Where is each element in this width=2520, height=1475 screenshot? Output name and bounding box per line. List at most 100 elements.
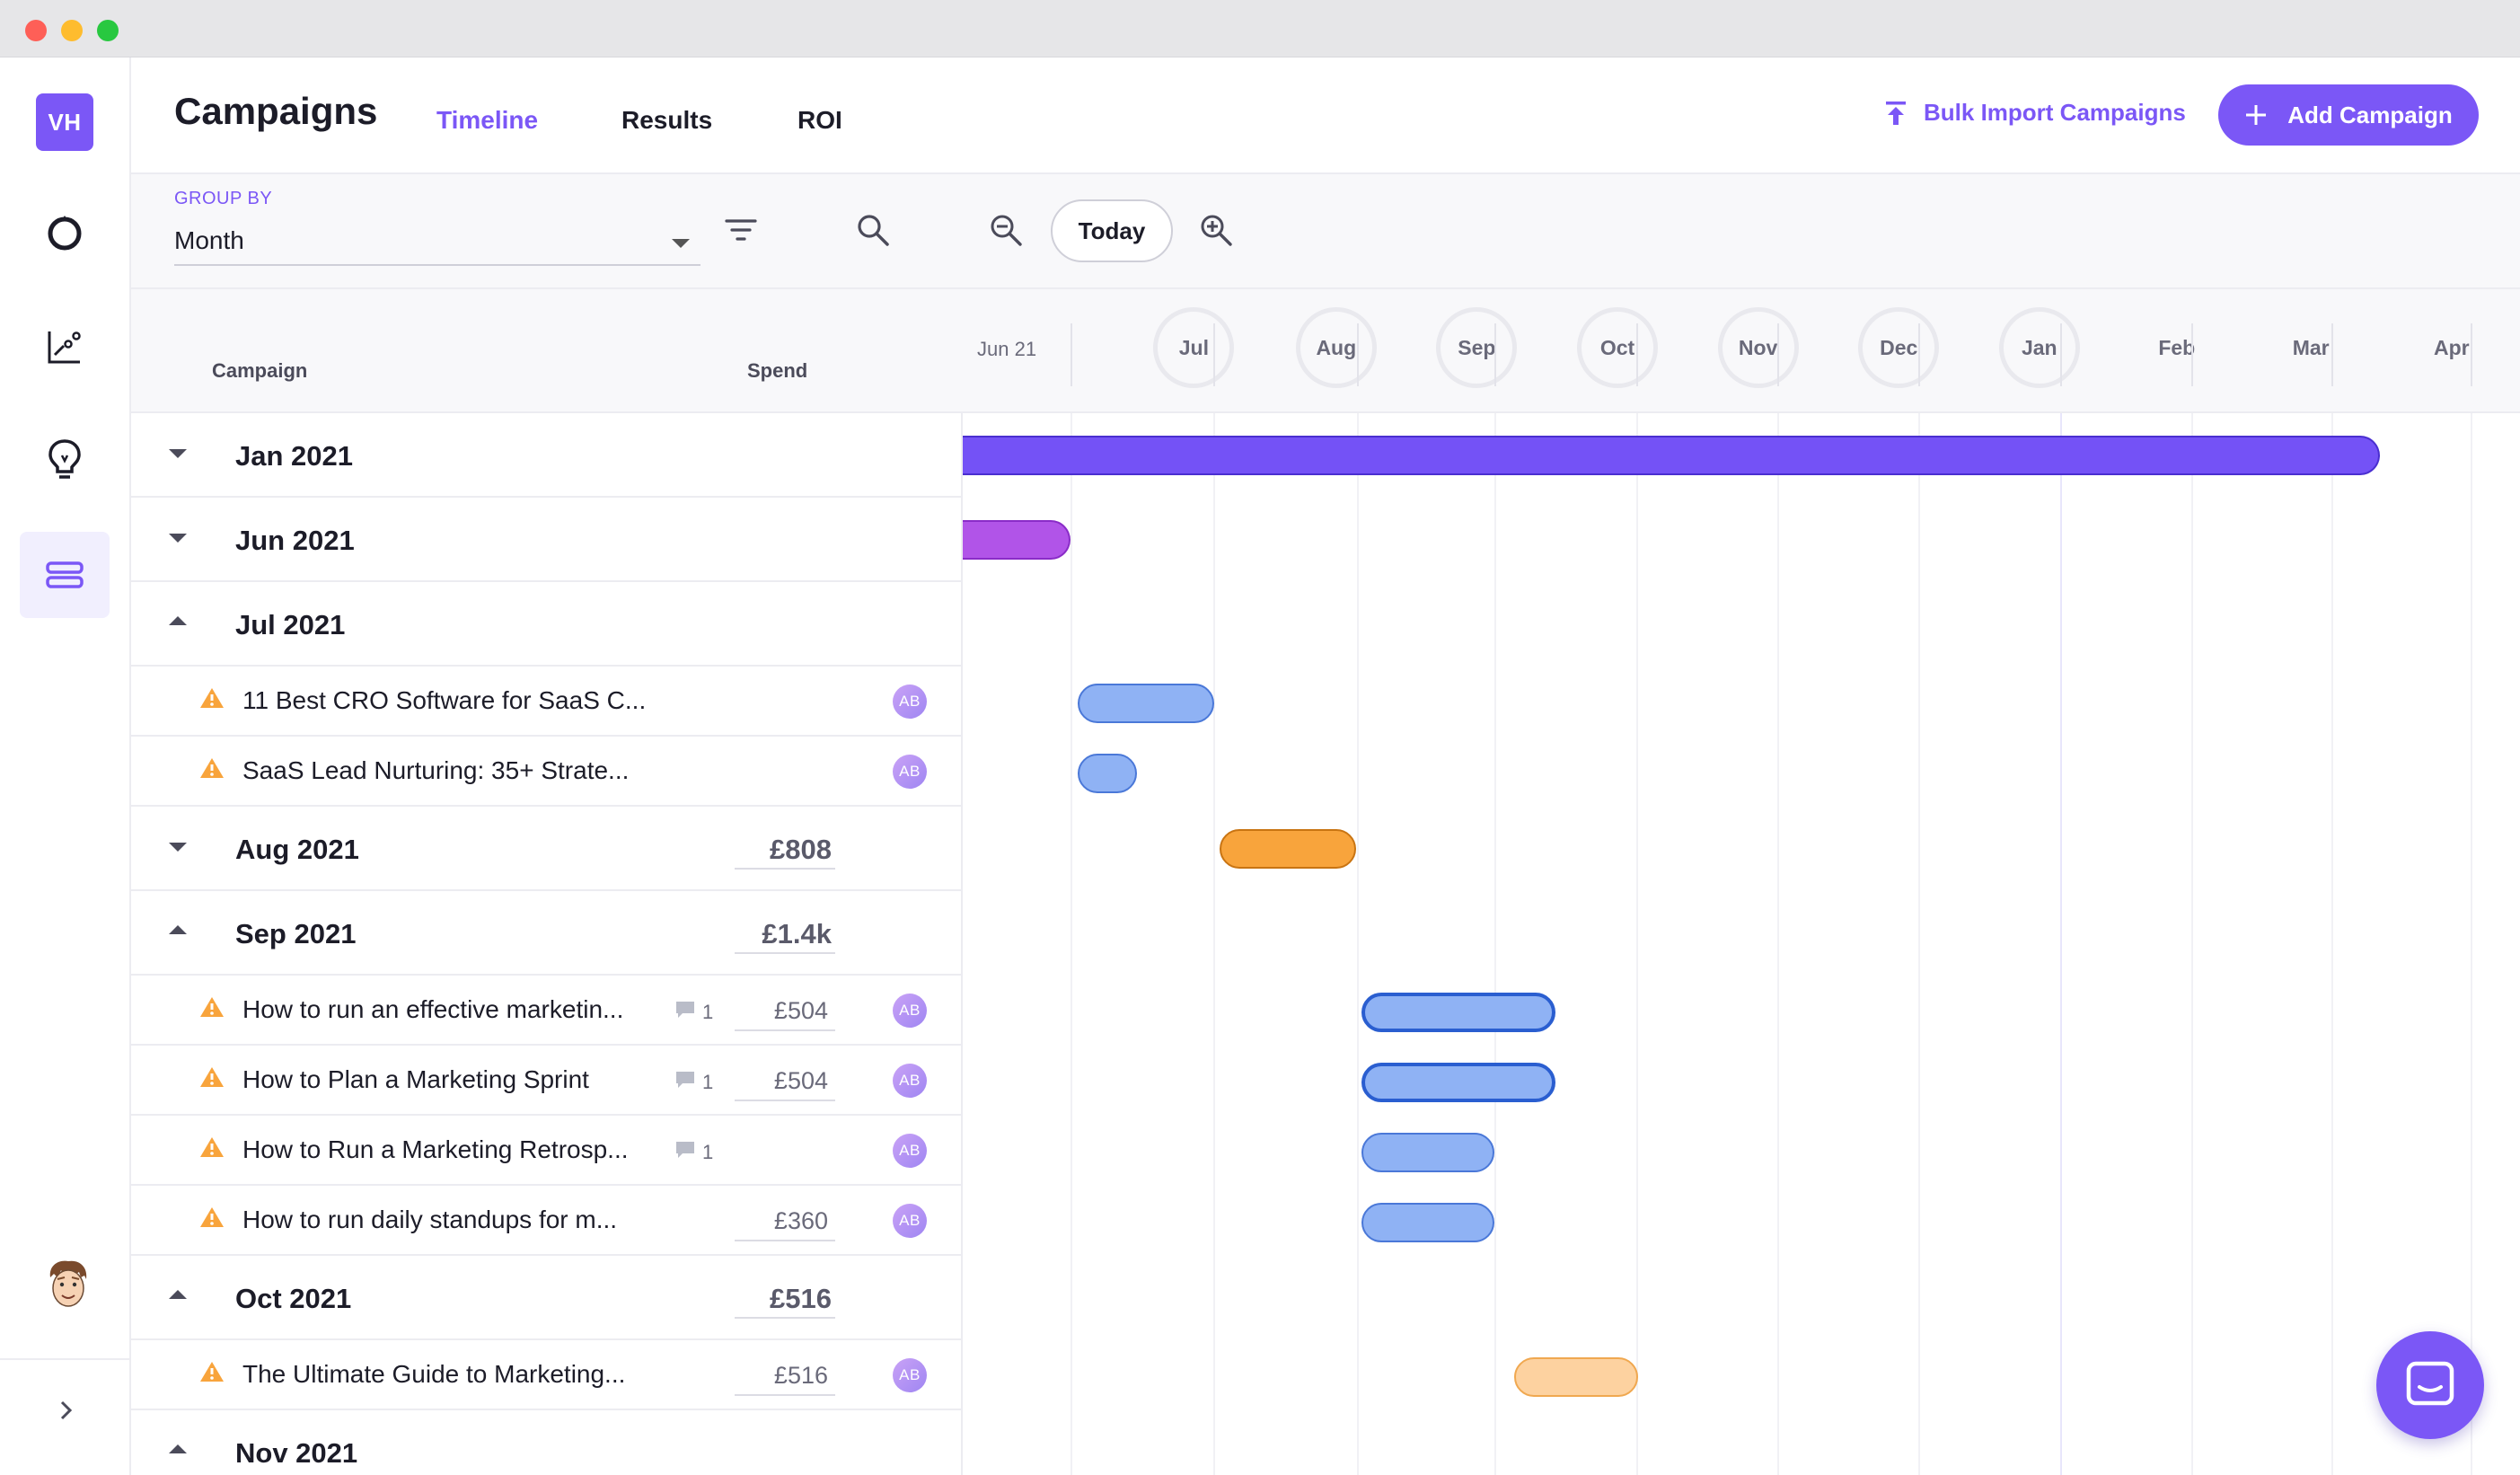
comment-count-value: 1 [702,1141,714,1163]
campaign-row[interactable]: The Ultimate Guide to Marketing... £516 AB [131,1340,963,1410]
month-separator [1636,323,1639,386]
tab-timeline[interactable]: Timeline [436,106,538,135]
assignee-avatar[interactable]: AB [893,755,927,789]
campaign-rows: Jan 2021 Jun 2021 Jul 2021 11 Best CRO Soft… [131,413,963,1475]
zoom-in-icon [1201,215,1232,246]
window-titlebar [0,0,2520,57]
collapse-caret-icon[interactable] [169,616,187,625]
month-label: Mar [2292,335,2330,359]
campaign-row[interactable]: How to Run a Marketing Retrosp... 1 AB [131,1116,963,1186]
assignee-avatar[interactable]: AB [893,994,927,1028]
assignee-avatar[interactable]: AB [893,1204,927,1238]
month-separator [1357,323,1359,386]
group-row[interactable]: Jul 2021 [131,582,963,667]
zoom-out-button[interactable] [988,212,1024,252]
campaign-spend[interactable]: £516 [735,1356,835,1396]
campaign-spend[interactable]: £360 [735,1202,835,1241]
expand-sidebar-button[interactable] [45,1389,88,1432]
campaign-timeline-bar[interactable] [1361,993,1555,1032]
campaign-timeline-bar[interactable] [1361,1063,1555,1102]
comment-count[interactable]: 1 [674,1139,713,1166]
maximize-window-button[interactable] [97,20,119,41]
campaign-row[interactable]: How to run daily standups for m... £360 AB [131,1186,963,1256]
lightbulb-icon [48,439,81,479]
assignee-avatar[interactable]: AB [893,1064,927,1098]
campaign-name[interactable]: SaaS Lead Nurturing: 35+ Strate... [242,756,629,785]
campaign-timeline-bar[interactable] [1361,1133,1494,1172]
timeline-gridline [2060,413,2062,1475]
campaign-name[interactable]: How to Run a Marketing Retrosp... [242,1135,629,1164]
sidebar-item-focus[interactable] [20,189,110,275]
warning-icon [199,756,225,784]
column-campaign[interactable]: Campaign [212,359,307,383]
month-separator [1777,323,1779,386]
month-label: Aug [1295,307,1377,388]
comment-icon [674,999,697,1026]
tab-results[interactable]: Results [621,106,712,135]
close-window-button[interactable] [25,20,47,41]
campaign-row[interactable]: How to run an effective marketin... 1 £504… [131,976,963,1046]
collapse-caret-icon[interactable] [169,1444,187,1453]
campaign-timeline-bar[interactable] [1361,1203,1494,1242]
campaign-name[interactable]: How to run daily standups for m... [242,1206,617,1234]
campaign-spend[interactable]: £504 [735,1062,835,1101]
group-row[interactable]: Oct 2021 £516 [131,1256,963,1340]
sidebar-item-analytics[interactable] [20,304,110,390]
campaign-name[interactable]: How to run an effective marketin... [242,995,623,1024]
assignee-avatar[interactable]: AB [893,1134,927,1168]
campaign-timeline-bar[interactable] [963,436,2380,475]
assignee-avatar[interactable]: AB [893,685,927,719]
sidebar-divider [0,1358,131,1360]
campaign-timeline-bar[interactable] [1220,829,1356,869]
campaign-name[interactable]: How to Plan a Marketing Sprint [242,1065,589,1094]
column-spend[interactable]: Spend [747,359,807,383]
campaign-row[interactable]: SaaS Lead Nurturing: 35+ Strate... AB [131,737,963,807]
expand-caret-icon[interactable] [169,449,187,458]
sidebar-item-timeline[interactable] [20,532,110,618]
sidebar-item-ideas[interactable] [20,417,110,503]
campaign-row[interactable]: 11 Best CRO Software for SaaS C... AB [131,667,963,737]
group-row[interactable]: Nov 2021 [131,1410,963,1475]
comment-count[interactable]: 1 [674,1069,713,1096]
group-by-select[interactable]: Month [174,214,700,266]
assignee-avatar[interactable]: AB [893,1358,927,1392]
collapse-caret-icon[interactable] [169,1290,187,1299]
campaign-timeline-bar[interactable] [1078,684,1214,723]
workspace-logo[interactable]: VH [36,93,93,151]
filter-button[interactable] [724,216,758,249]
today-button[interactable]: Today [1051,199,1173,262]
campaign-timeline-bar[interactable] [963,520,1071,560]
group-row[interactable]: Aug 2021 £808 [131,807,963,891]
timeline-icon [46,561,84,588]
collapse-caret-icon[interactable] [169,925,187,934]
comment-count[interactable]: 1 [674,999,713,1026]
user-avatar[interactable] [43,1258,93,1315]
add-campaign-button[interactable]: Add Campaign [2218,84,2479,146]
expand-caret-icon[interactable] [169,534,187,543]
month-label: Jun 21 [977,338,1037,360]
upload-icon [1886,101,1906,125]
campaign-timeline-bar[interactable] [1078,754,1137,793]
plus-icon [2246,105,2267,125]
group-row[interactable]: Sep 2021 £1.4k [131,891,963,976]
bulk-import-button[interactable]: Bulk Import Campaigns [1884,99,2186,127]
chat-support-button[interactable] [2376,1331,2484,1439]
column-header: Campaign Spend [131,289,963,413]
campaign-spend[interactable]: £504 [735,992,835,1031]
group-row[interactable]: Jun 2021 [131,498,963,582]
campaign-name[interactable]: The Ultimate Guide to Marketing... [242,1360,625,1389]
campaign-row[interactable]: How to Plan a Marketing Sprint 1 £504 AB [131,1046,963,1116]
minimize-window-button[interactable] [61,20,83,41]
zoom-in-button[interactable] [1198,212,1234,252]
timeline-gridline [1494,413,1496,1475]
expand-caret-icon[interactable] [169,843,187,852]
group-row[interactable]: Jan 2021 [131,413,963,498]
campaign-timeline-bar[interactable] [1514,1357,1638,1397]
timeline-gridline [2190,413,2193,1475]
month-label: Nov [1717,307,1799,388]
group-label: Aug 2021 [235,834,359,865]
search-button[interactable] [855,212,891,252]
campaign-name[interactable]: 11 Best CRO Software for SaaS C... [242,686,646,715]
tab-roi[interactable]: ROI [797,106,842,135]
timeline-gridline [1636,413,1639,1475]
